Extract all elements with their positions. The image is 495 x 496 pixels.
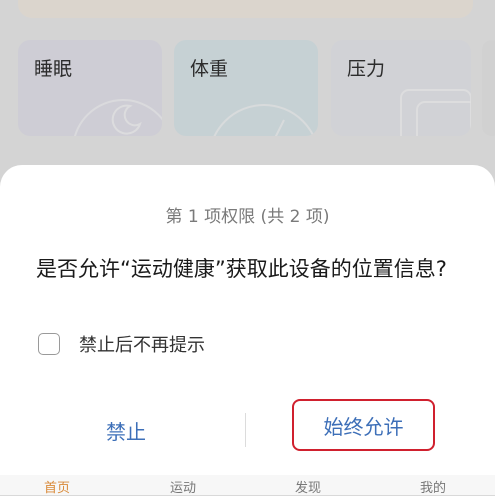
permission-dialog: 第 1 项权限 (共 2 项) 是否允许“运动健康”获取此设备的位置信息? 禁止…: [0, 165, 495, 475]
nav-sport-tab[interactable]: 运动: [170, 477, 196, 496]
deny-button[interactable]: 禁止: [62, 410, 190, 450]
nav-me-tab[interactable]: 我的: [420, 477, 446, 496]
nav-discover-tab[interactable]: 发现: [295, 477, 321, 496]
dont-ask-again-label: 禁止后不再提示: [79, 335, 205, 356]
always-allow-button[interactable]: 始终允许: [292, 399, 435, 451]
dont-ask-again-row[interactable]: 禁止后不再提示: [38, 331, 205, 357]
bottom-nav: 首页 运动 发现 我的: [0, 475, 495, 496]
nav-home-tab[interactable]: 首页: [44, 477, 70, 496]
permission-message: 是否允许“运动健康”获取此设备的位置信息?: [36, 257, 447, 281]
button-divider: [245, 413, 246, 447]
permission-step-indicator: 第 1 项权限 (共 2 项): [165, 207, 330, 227]
dont-ask-again-checkbox[interactable]: [38, 333, 60, 355]
